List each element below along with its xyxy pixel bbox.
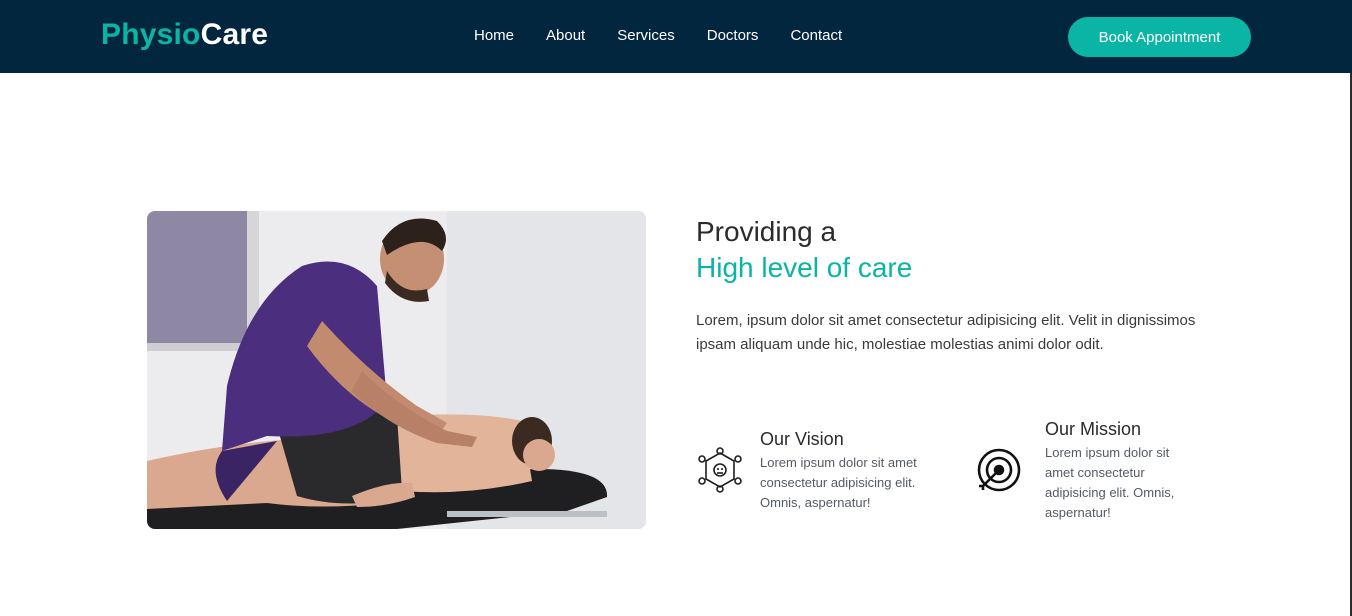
nav-link-about[interactable]: About	[546, 27, 585, 44]
nav-link-home[interactable]: Home	[474, 27, 514, 44]
hero-image	[147, 211, 646, 529]
target-icon	[977, 448, 1021, 492]
mission-title: Our Mission	[1045, 419, 1142, 439]
section-title-line2: High level of care	[696, 252, 913, 283]
nav-menu: Home About Services Doctors Contact	[474, 27, 874, 44]
navbar: PhysioCare Home About Services Doctors C…	[0, 0, 1352, 73]
vision-title: Our Vision	[760, 429, 844, 449]
book-appointment-button[interactable]: Book Appointment	[1068, 17, 1251, 57]
brand-logo[interactable]: PhysioCare	[101, 18, 268, 52]
section-title-line1: Providing a	[696, 216, 837, 247]
brand-part2: Care	[200, 18, 269, 51]
vision-network-icon	[698, 447, 742, 493]
section-paragraph: Lorem, ipsum dolor sit amet consectetur …	[696, 312, 1196, 353]
vision-text: Lorem ipsum dolor sit amet consectetur a…	[760, 455, 917, 510]
nav-link-services[interactable]: Services	[617, 27, 675, 44]
mission-text: Lorem ipsum dolor sit amet consectetur a…	[1045, 445, 1175, 520]
nav-link-contact[interactable]: Contact	[790, 27, 842, 44]
brand-part1: Physio	[101, 18, 201, 51]
massage-therapy-photo	[147, 211, 646, 529]
nav-link-doctors[interactable]: Doctors	[707, 27, 759, 44]
